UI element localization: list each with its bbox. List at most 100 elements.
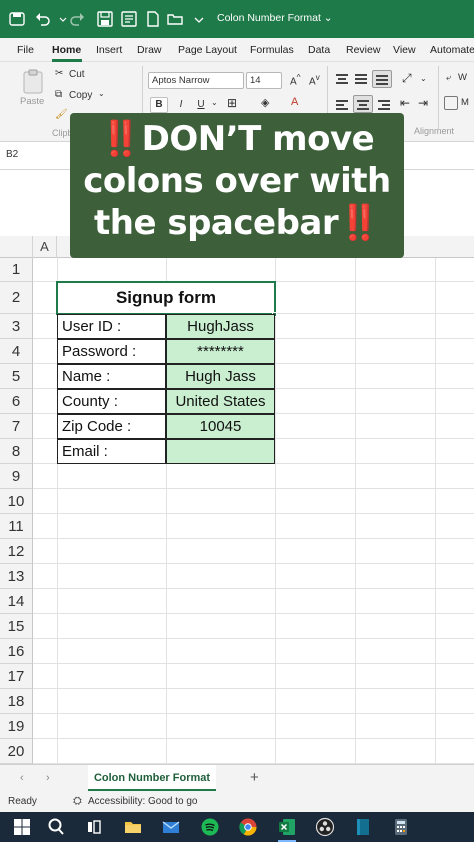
tab-draw[interactable]: Draw bbox=[137, 44, 162, 56]
windows-start-icon[interactable] bbox=[11, 816, 33, 838]
chrome-icon[interactable] bbox=[237, 816, 259, 838]
decrease-indent-icon[interactable]: ⇤ bbox=[400, 96, 410, 110]
format-painter-icon[interactable]: 🖌 bbox=[55, 109, 68, 120]
decrease-font-icon[interactable]: Av bbox=[309, 72, 320, 87]
align-left-icon[interactable] bbox=[336, 98, 350, 112]
italic-button[interactable]: I bbox=[172, 97, 190, 113]
form-label-user-id[interactable]: User ID : bbox=[57, 314, 166, 339]
form-value-password[interactable]: ******** bbox=[166, 339, 275, 364]
undo-dropdown-icon[interactable] bbox=[54, 10, 67, 28]
form-value-county[interactable]: United States bbox=[166, 389, 275, 414]
underline-button[interactable]: U bbox=[192, 97, 210, 113]
row-header-13[interactable]: 13 bbox=[0, 564, 33, 589]
cut-button[interactable]: Cut bbox=[69, 69, 85, 80]
copy-button[interactable]: Copy bbox=[69, 90, 92, 101]
copy-dropdown-icon[interactable]: ⌄ bbox=[98, 89, 105, 98]
align-top-icon[interactable] bbox=[336, 72, 350, 86]
redo-icon[interactable] bbox=[68, 10, 86, 28]
save-icon[interactable] bbox=[96, 10, 114, 28]
form-icon[interactable] bbox=[120, 10, 138, 28]
tab-data[interactable]: Data bbox=[308, 44, 330, 56]
align-bottom-icon[interactable] bbox=[372, 70, 392, 88]
merge-button[interactable]: M bbox=[461, 97, 469, 108]
name-box[interactable]: B2 bbox=[6, 149, 66, 160]
tab-formulas[interactable]: Formulas bbox=[250, 44, 294, 56]
form-label-password[interactable]: Password : bbox=[57, 339, 166, 364]
row-header-12[interactable]: 12 bbox=[0, 539, 33, 564]
form-value-email[interactable] bbox=[166, 439, 275, 464]
row-header-20[interactable]: 20 bbox=[0, 739, 33, 764]
row-header-1[interactable]: 1 bbox=[0, 258, 33, 282]
copy-icon[interactable]: ⧉ bbox=[55, 89, 62, 100]
form-label-zip-code[interactable]: Zip Code : bbox=[57, 414, 166, 439]
align-center-icon[interactable] bbox=[353, 95, 373, 113]
accessibility-icon[interactable]: ⛭ bbox=[73, 795, 82, 808]
calculator-icon[interactable] bbox=[390, 816, 412, 838]
form-value-name[interactable]: Hugh Jass bbox=[166, 364, 275, 389]
excel-icon[interactable] bbox=[276, 816, 298, 838]
spotify-icon[interactable] bbox=[199, 816, 221, 838]
row-header-7[interactable]: 7 bbox=[0, 414, 33, 439]
increase-font-icon[interactable]: A^ bbox=[290, 72, 301, 87]
row-header-17[interactable]: 17 bbox=[0, 664, 33, 689]
obs-icon[interactable] bbox=[314, 816, 336, 838]
task-view-icon[interactable] bbox=[83, 816, 105, 838]
row-header-3[interactable]: 3 bbox=[0, 314, 33, 339]
undo-icon[interactable] bbox=[34, 10, 52, 28]
tab-insert[interactable]: Insert bbox=[96, 44, 122, 56]
accessibility-status[interactable]: Accessibility: Good to go bbox=[88, 796, 198, 807]
align-middle-icon[interactable] bbox=[355, 72, 369, 86]
new-file-icon[interactable] bbox=[144, 10, 162, 28]
tab-home[interactable]: Home bbox=[52, 44, 81, 56]
form-title-cell[interactable]: Signup form bbox=[57, 282, 275, 314]
tab-page-layout[interactable]: Page Layout bbox=[178, 44, 237, 56]
form-value-user-id[interactable]: HughJass bbox=[166, 314, 275, 339]
row-header-10[interactable]: 10 bbox=[0, 489, 33, 514]
bold-button[interactable]: B bbox=[150, 97, 168, 113]
row-header-16[interactable]: 16 bbox=[0, 639, 33, 664]
row-header-8[interactable]: 8 bbox=[0, 439, 33, 464]
fill-color-icon[interactable]: ◈ bbox=[261, 96, 269, 109]
select-all-corner[interactable] bbox=[0, 236, 33, 258]
row-header-19[interactable]: 19 bbox=[0, 714, 33, 739]
column-header-a[interactable]: A bbox=[33, 236, 57, 258]
row-header-14[interactable]: 14 bbox=[0, 589, 33, 614]
form-label-county[interactable]: County : bbox=[57, 389, 166, 414]
form-label-name[interactable]: Name : bbox=[57, 364, 166, 389]
tab-review[interactable]: Review bbox=[346, 44, 380, 56]
borders-icon[interactable]: ⊞ bbox=[227, 96, 237, 110]
orientation-icon[interactable]: ⤢ bbox=[402, 71, 412, 86]
merge-icon[interactable] bbox=[444, 96, 458, 110]
orientation-dropdown-icon[interactable]: ⌄ bbox=[420, 74, 427, 83]
row-header-4[interactable]: 4 bbox=[0, 339, 33, 364]
document-title[interactable]: Colon Number Format ⌄ bbox=[217, 12, 333, 24]
form-value-zip-code[interactable]: 10045 bbox=[166, 414, 275, 439]
row-header-5[interactable]: 5 bbox=[0, 364, 33, 389]
app-icon[interactable] bbox=[352, 816, 374, 838]
row-header-18[interactable]: 18 bbox=[0, 689, 33, 714]
align-right-icon[interactable] bbox=[378, 98, 392, 112]
cut-icon[interactable]: ✂ bbox=[55, 68, 63, 79]
wrap-text-icon[interactable]: ⤶ bbox=[446, 72, 451, 83]
underline-dropdown-icon[interactable]: ⌄ bbox=[211, 98, 218, 107]
paste-icon[interactable] bbox=[22, 68, 44, 94]
form-label-email[interactable]: Email : bbox=[57, 439, 166, 464]
open-folder-icon[interactable] bbox=[166, 10, 184, 28]
tab-automate[interactable]: Automate bbox=[430, 44, 474, 56]
wrap-text-button[interactable]: W bbox=[458, 72, 467, 83]
row-header-2[interactable]: 2 bbox=[0, 282, 33, 314]
row-header-6[interactable]: 6 bbox=[0, 389, 33, 414]
row-header-15[interactable]: 15 bbox=[0, 614, 33, 639]
mail-icon[interactable] bbox=[160, 816, 182, 838]
add-sheet-button[interactable]: + bbox=[250, 769, 259, 786]
row-header-11[interactable]: 11 bbox=[0, 514, 33, 539]
file-explorer-icon[interactable] bbox=[122, 816, 144, 838]
customize-toolbar-icon[interactable] bbox=[190, 10, 204, 28]
tab-file[interactable]: File bbox=[17, 44, 34, 56]
font-name-select[interactable]: Aptos Narrow bbox=[148, 72, 244, 89]
paste-label[interactable]: Paste bbox=[20, 96, 44, 107]
font-color-icon[interactable]: A bbox=[291, 96, 298, 108]
tab-view[interactable]: View bbox=[393, 44, 416, 56]
increase-indent-icon[interactable]: ⇥ bbox=[418, 96, 428, 110]
autosave-icon[interactable] bbox=[8, 10, 26, 28]
